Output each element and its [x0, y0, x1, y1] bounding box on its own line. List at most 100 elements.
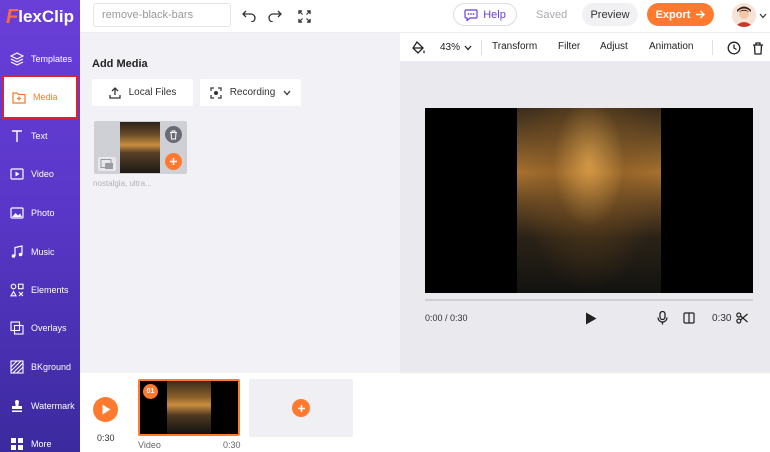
sidebar-item-label: Elements — [31, 285, 69, 295]
clock-icon — [727, 41, 741, 55]
timeline-total-time: 0:30 — [97, 433, 115, 443]
sidebar-item-overlays[interactable]: Overlays — [2, 309, 78, 347]
redo-button[interactable] — [266, 7, 284, 25]
timeline-clip[interactable]: 01 — [138, 379, 240, 436]
voiceover-button[interactable] — [655, 310, 669, 326]
logo-text: lexClip — [18, 7, 74, 26]
scene-duration: 0:30 — [712, 313, 732, 324]
logo-mark: F — [6, 5, 19, 28]
toolbar-divider — [712, 40, 713, 55]
media-panel: Add Media Local Files Recording nostalgi… — [80, 33, 400, 373]
sidebar-item-label: More — [31, 439, 52, 449]
trash-icon — [170, 130, 177, 139]
clip-number-badge: 01 — [143, 384, 158, 399]
clip-type-label: Video — [138, 440, 161, 450]
sidebar-item-photo[interactable]: Photo — [2, 194, 78, 232]
zoom-select[interactable]: 43% — [438, 40, 474, 55]
add-scene-button[interactable] — [249, 379, 353, 437]
transform-button[interactable]: Transform — [492, 41, 537, 52]
templates-icon — [10, 52, 24, 66]
media-thumbnail — [120, 122, 160, 173]
video-frame — [517, 108, 661, 293]
animation-button[interactable]: Animation — [649, 41, 693, 52]
user-avatar[interactable] — [732, 3, 756, 27]
play-icon — [586, 312, 597, 324]
chevron-down-icon — [464, 45, 472, 50]
preview-area: 0:00 / 0:30 0:30 — [400, 62, 770, 373]
duration-button[interactable] — [726, 40, 742, 56]
adjust-button[interactable]: Adjust — [600, 41, 628, 52]
sidebar-item-music[interactable]: Music — [2, 233, 78, 271]
chevron-down-icon — [283, 90, 291, 95]
sidebar: F lexClip Templates Media Text Video Pho… — [0, 0, 80, 452]
sidebar-item-label: Music — [31, 247, 55, 257]
video-icon — [10, 168, 24, 180]
playback-progress[interactable] — [425, 299, 753, 301]
preview-button[interactable]: Preview — [582, 3, 638, 26]
project-name-input[interactable] — [93, 3, 231, 27]
recording-label: Recording — [229, 87, 276, 98]
sidebar-item-elements[interactable]: Elements — [2, 271, 78, 309]
toolbar-divider — [481, 40, 482, 55]
sidebar-item-watermark[interactable]: Watermark — [2, 387, 78, 425]
redo-icon — [268, 10, 282, 22]
add-to-timeline-button[interactable] — [165, 153, 182, 170]
sidebar-item-video[interactable]: Video — [2, 155, 78, 193]
record-icon — [210, 86, 222, 99]
elements-icon — [10, 283, 24, 297]
video-file-icon — [100, 159, 113, 169]
media-item[interactable] — [94, 121, 187, 174]
panel-title: Add Media — [92, 58, 148, 70]
sidebar-item-more[interactable]: More — [2, 425, 78, 452]
sidebar-item-label: Watermark — [31, 401, 75, 411]
add-scene-badge — [292, 399, 310, 417]
microphone-icon — [656, 311, 668, 325]
trash-icon — [753, 41, 763, 55]
account-menu-button[interactable] — [758, 11, 768, 21]
filter-button[interactable]: Filter — [558, 41, 580, 52]
undo-button[interactable] — [240, 7, 258, 25]
trim-button[interactable] — [735, 311, 749, 325]
upload-icon — [108, 86, 121, 99]
fullscreen-icon — [297, 9, 311, 23]
chat-icon — [464, 8, 478, 21]
save-status: Saved — [536, 9, 568, 21]
more-icon — [11, 438, 23, 450]
help-label: Help — [483, 8, 506, 21]
undo-icon — [242, 10, 256, 22]
flexclip-logo[interactable]: F lexClip — [6, 6, 74, 28]
recording-button[interactable]: Recording — [200, 79, 301, 106]
sidebar-item-label: Overlays — [31, 323, 67, 333]
delete-scene-button[interactable] — [750, 40, 766, 56]
local-files-label: Local Files — [128, 87, 177, 98]
sidebar-item-templates[interactable]: Templates — [2, 40, 78, 78]
media-item-name: nostalgia, ultra... — [93, 179, 152, 188]
chevron-down-icon — [759, 13, 767, 19]
sidebar-item-label: Templates — [31, 54, 73, 64]
plus-icon — [297, 404, 305, 412]
zoom-value: 43% — [439, 42, 460, 53]
split-icon — [683, 312, 695, 324]
sidebar-item-text[interactable]: Text — [2, 117, 78, 155]
export-button[interactable]: Export — [647, 3, 714, 26]
help-button[interactable]: Help — [453, 3, 517, 26]
sidebar-item-label: BKground — [31, 362, 72, 372]
fill-color-button[interactable] — [411, 40, 427, 56]
timeline: 0:30 01 Video 0:30 — [80, 373, 770, 452]
sidebar-item-label: Photo — [31, 208, 55, 218]
paint-bucket-icon — [412, 41, 425, 54]
fullscreen-button[interactable] — [295, 7, 313, 25]
play-button[interactable] — [583, 310, 599, 326]
photo-icon — [10, 207, 24, 219]
video-canvas[interactable] — [425, 108, 753, 293]
scissors-icon — [736, 312, 748, 324]
timeline-play-button[interactable] — [93, 397, 118, 422]
plus-icon — [170, 158, 177, 165]
sidebar-item-media[interactable]: Media — [2, 75, 78, 119]
sidebar-item-bkground[interactable]: BKground — [2, 348, 78, 386]
delete-media-button[interactable] — [165, 126, 182, 143]
overlays-icon — [10, 321, 24, 335]
split-view-button[interactable] — [681, 310, 697, 326]
watermark-icon — [12, 400, 22, 412]
local-files-button[interactable]: Local Files — [92, 79, 193, 106]
